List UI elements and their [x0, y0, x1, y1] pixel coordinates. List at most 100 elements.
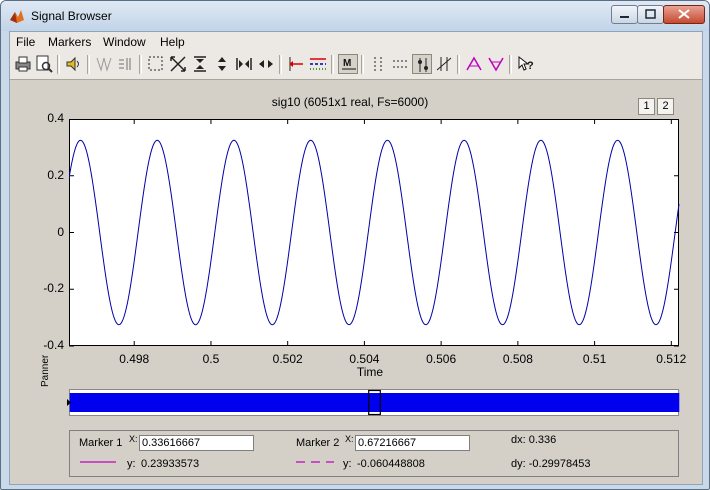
- marker1-x-field[interactable]: 0.33616667: [139, 435, 254, 451]
- whats-this-icon: ?: [518, 55, 534, 72]
- y-tick-label: 0.2: [47, 167, 64, 182]
- select-trace-button[interactable]: [94, 54, 114, 74]
- zoom-out-y-button[interactable]: [212, 54, 232, 74]
- marker2-x-field[interactable]: 0.67216667: [355, 435, 470, 451]
- marker-panel: Marker 1 X: 0.33616667 y: 0.23933573 Mar…: [69, 430, 679, 477]
- vertical-markers-button[interactable]: [368, 54, 388, 74]
- menu-markers[interactable]: Markers: [48, 35, 91, 49]
- toolbar-separator: [331, 55, 334, 74]
- dx-readout: dx: 0.336: [511, 434, 557, 446]
- maximize-icon: [645, 9, 656, 19]
- svg-text:M: M: [343, 58, 351, 69]
- array-signals-button[interactable]: [116, 54, 136, 74]
- figure-client-area: File Markers Window Help M ? sig10 (6051…: [9, 31, 703, 485]
- x-tick-label: 0.504: [349, 352, 380, 366]
- track-markers-button[interactable]: [412, 54, 432, 74]
- panner-label: Panner: [40, 354, 51, 387]
- x-tick-label: 0.512: [656, 352, 687, 366]
- axes-frame: [69, 119, 679, 346]
- signal-browser-window: Signal Browser File Markers Window Help: [0, 0, 710, 490]
- toolbar-separator: [361, 55, 364, 74]
- window-title: Signal Browser: [31, 9, 112, 23]
- play-sound-icon: [66, 56, 79, 72]
- slope-markers-icon: [436, 57, 452, 71]
- array-signals-icon: [119, 58, 131, 70]
- print-icon: [15, 56, 31, 72]
- print-button[interactable]: [13, 54, 33, 74]
- svg-text:?: ?: [527, 60, 534, 72]
- x-tick-label: 0.51: [582, 352, 607, 366]
- marker1-y-label: y:: [127, 458, 136, 470]
- full-view-icon: [170, 56, 186, 72]
- menu-help[interactable]: Help: [160, 35, 185, 49]
- toolbar-separator: [279, 55, 282, 74]
- toolbar-separator: [139, 55, 142, 74]
- print-preview-icon: [36, 55, 53, 73]
- select-trace-icon: [96, 57, 112, 72]
- page-button-2[interactable]: 2: [657, 98, 674, 115]
- vertical-markers-icon: [374, 57, 382, 71]
- main-axes[interactable]: [69, 119, 680, 347]
- zoom-in-x-icon: [236, 58, 252, 70]
- x-axis-label: Time: [356, 365, 384, 379]
- maximize-button[interactable]: [637, 5, 664, 24]
- x-tick-label: 0.508: [502, 352, 533, 366]
- horizontal-markers-icon: [393, 60, 407, 68]
- marker2-x-label: X:: [345, 434, 354, 444]
- zoom-out-x-icon: [259, 60, 273, 68]
- slope-markers-button[interactable]: [434, 54, 454, 74]
- horizontal-markers-button[interactable]: [390, 54, 410, 74]
- whats-this-button[interactable]: ?: [516, 54, 536, 74]
- toolbar-separator: [57, 55, 60, 74]
- peaks-button[interactable]: [464, 54, 484, 74]
- valleys-button[interactable]: [486, 54, 506, 74]
- marker2-label: Marker 2: [296, 437, 340, 449]
- x-tick-label: 0.498: [119, 352, 150, 366]
- close-icon: [678, 9, 690, 19]
- zoom-box-icon: [148, 56, 163, 71]
- print-preview-button[interactable]: [34, 54, 54, 74]
- full-view-button[interactable]: [168, 54, 188, 74]
- figure-area: sig10 (6051x1 real, Fs=6000) 1 2 0.4 0.2 0…: [10, 80, 702, 484]
- marker1-line-swatch: [80, 461, 116, 463]
- zoom-in-y-button[interactable]: [190, 54, 210, 74]
- y-tick-label: 0.4: [47, 111, 64, 125]
- marker-mode-icon: M: [342, 58, 356, 70]
- x-tick-label: 0.502: [272, 352, 303, 366]
- minimize-button[interactable]: [611, 5, 638, 24]
- zoom-in-x-button[interactable]: [234, 54, 254, 74]
- zoom-out-y-icon: [218, 57, 226, 71]
- toolbar: M ?: [10, 51, 702, 80]
- panner[interactable]: [67, 389, 680, 416]
- peaks-icon: [466, 56, 482, 71]
- menu-file[interactable]: File: [16, 35, 35, 49]
- zoom-box-button[interactable]: [146, 54, 166, 74]
- toolbar-separator: [457, 55, 460, 74]
- marker-mode-button[interactable]: M: [338, 54, 358, 74]
- valleys-icon: [488, 57, 504, 72]
- zoom-out-x-button[interactable]: [256, 54, 276, 74]
- toolbar-separator: [509, 55, 512, 74]
- menu-window[interactable]: Window: [103, 35, 146, 49]
- plot-title: sig10 (6051x1 real, Fs=6000): [271, 95, 429, 109]
- line-style-button[interactable]: [308, 54, 328, 74]
- matlab-logo-icon: [9, 8, 25, 24]
- toolbar-separator: [87, 55, 90, 74]
- marker1-y-value: 0.23933573: [141, 458, 200, 470]
- title-bar[interactable]: Signal Browser: [1, 1, 709, 31]
- marker2-line-swatch: [296, 461, 334, 463]
- page-button-1[interactable]: 1: [638, 98, 655, 115]
- marker1-x-label: X:: [129, 434, 138, 444]
- y-tick-label: -0.2: [43, 281, 64, 296]
- x-tick-label: 0.506: [426, 352, 457, 366]
- play-sound-button[interactable]: [64, 54, 84, 74]
- marker1-label: Marker 1: [79, 437, 123, 449]
- panner-signal: [69, 393, 680, 412]
- y-tick-label: -0.4: [43, 338, 64, 352]
- peaks-select-button[interactable]: [286, 54, 306, 74]
- y-tick-label: 0: [57, 224, 64, 239]
- dy-readout: dy: -0.29978453: [511, 458, 591, 470]
- x-tick-label: 0.5: [202, 352, 220, 366]
- close-button[interactable]: [663, 5, 705, 24]
- peaks-select-icon: [289, 57, 303, 71]
